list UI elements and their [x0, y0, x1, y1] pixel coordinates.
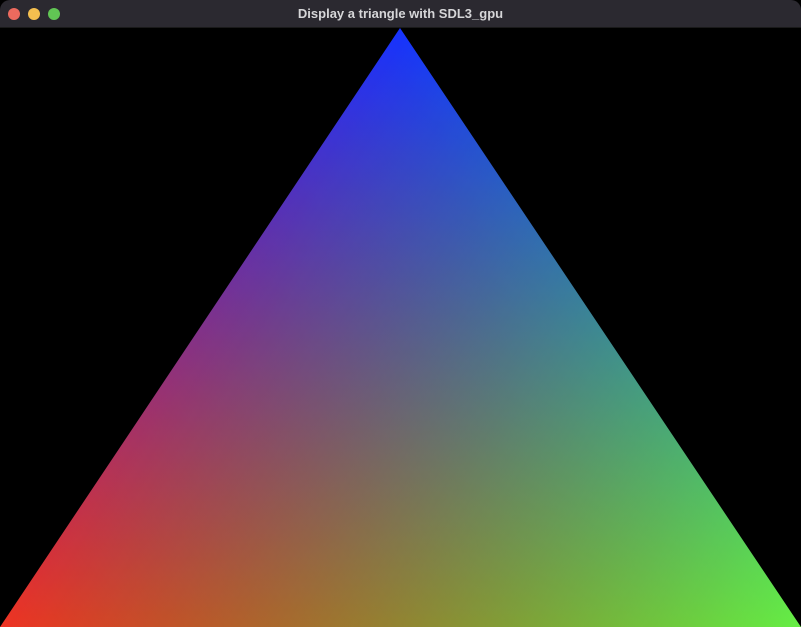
triangle-canvas — [0, 28, 801, 627]
render-viewport — [0, 28, 801, 627]
title-bar[interactable]: Display a triangle with SDL3_gpu — [0, 0, 801, 28]
window-title: Display a triangle with SDL3_gpu — [297, 6, 504, 21]
app-window: Display a triangle with SDL3_gpu — [0, 0, 801, 627]
